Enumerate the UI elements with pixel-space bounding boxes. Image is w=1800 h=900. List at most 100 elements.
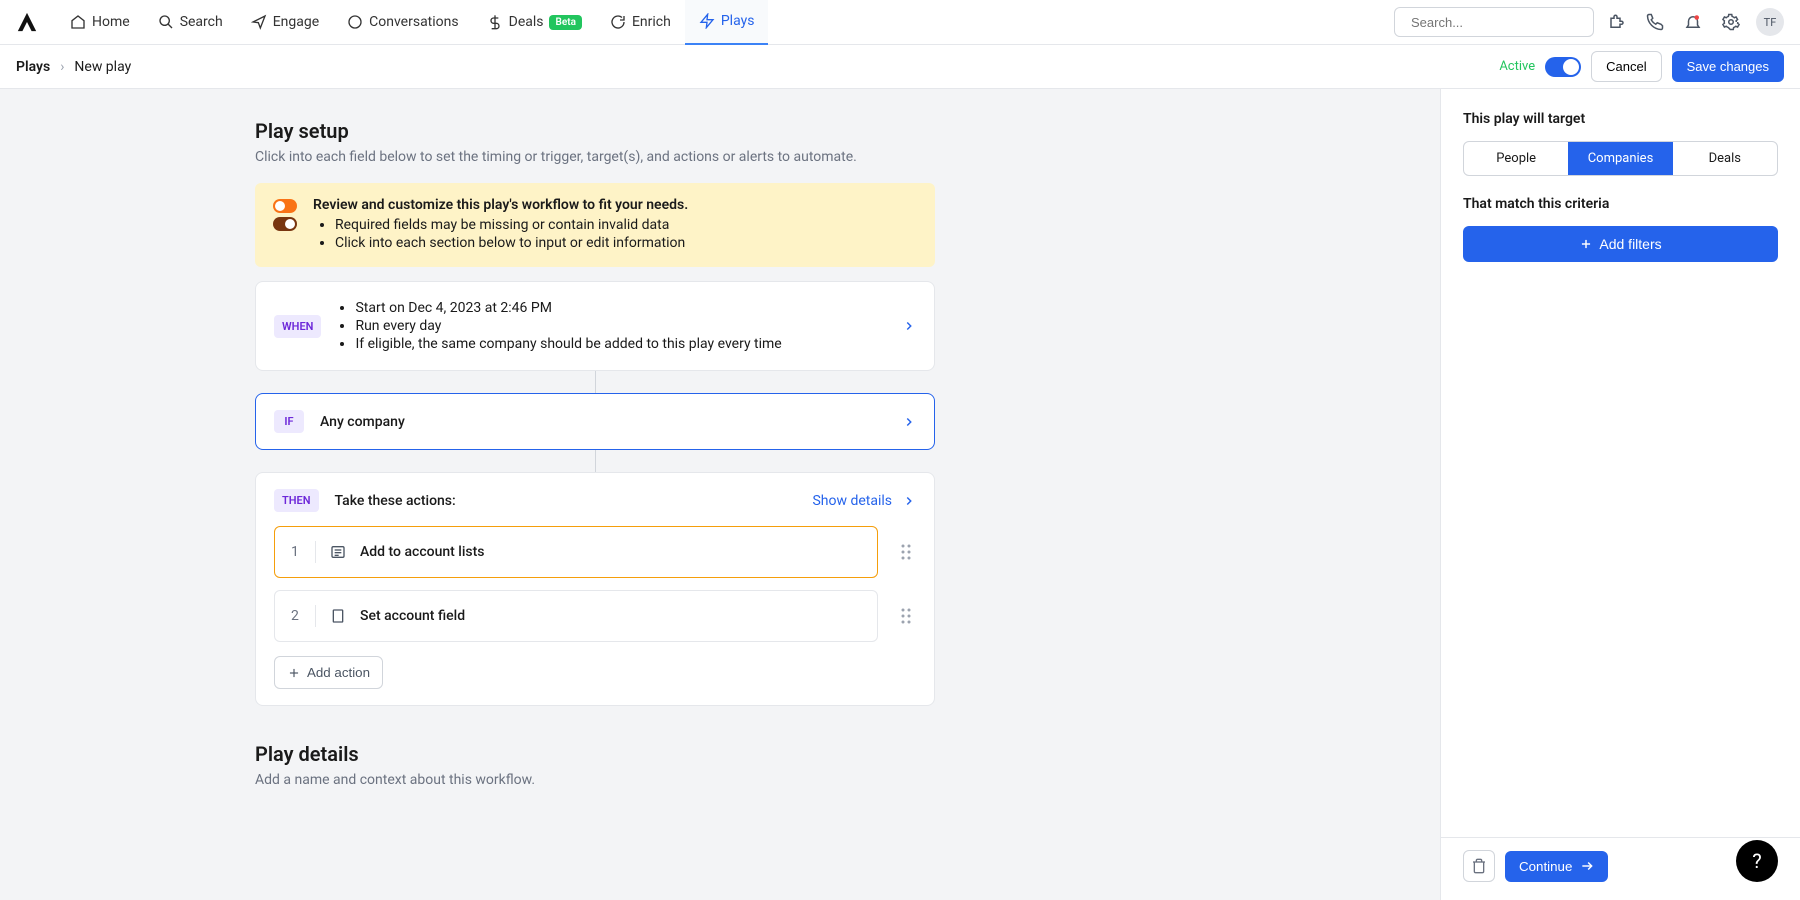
nav-label: Conversations bbox=[369, 14, 458, 30]
setup-title: Play setup bbox=[255, 119, 935, 143]
when-line: Start on Dec 4, 2023 at 2:46 PM bbox=[355, 300, 781, 316]
trash-icon bbox=[1471, 858, 1487, 874]
nav-conversations[interactable]: Conversations bbox=[333, 0, 472, 45]
breadcrumb: Plays › New play bbox=[16, 59, 131, 75]
plus-icon bbox=[287, 666, 301, 680]
segment-people[interactable]: People bbox=[1464, 142, 1568, 175]
target-segments: People Companies Deals bbox=[1463, 141, 1778, 176]
action-row: 1 Add to account lists bbox=[274, 526, 916, 578]
save-button[interactable]: Save changes bbox=[1672, 51, 1784, 82]
if-card[interactable]: IF Any company bbox=[255, 393, 935, 450]
help-button[interactable]: ? bbox=[1736, 840, 1778, 882]
action-row: 2 Set account field bbox=[274, 590, 916, 642]
app-logo[interactable] bbox=[16, 11, 38, 33]
criteria-title: That match this criteria bbox=[1463, 196, 1778, 212]
warning-item: Required fields may be missing or contai… bbox=[335, 217, 688, 233]
add-filters-button[interactable]: Add filters bbox=[1463, 226, 1778, 262]
beta-badge: Beta bbox=[549, 15, 581, 30]
top-nav: Home Search Engage Conversations Deals B… bbox=[0, 0, 1800, 45]
details-title: Play details bbox=[255, 742, 935, 766]
extension-button[interactable] bbox=[1602, 7, 1632, 37]
drag-handle[interactable] bbox=[896, 543, 916, 561]
add-action-label: Add action bbox=[307, 665, 370, 680]
puzzle-icon bbox=[1608, 13, 1626, 31]
drag-handle[interactable] bbox=[896, 607, 916, 625]
chevron-right-icon bbox=[902, 319, 916, 333]
warning-icons bbox=[273, 199, 297, 253]
action-item[interactable]: 1 Add to account lists bbox=[274, 526, 878, 578]
nav-engage[interactable]: Engage bbox=[237, 0, 333, 45]
nav-search[interactable]: Search bbox=[144, 0, 237, 45]
arrow-right-icon bbox=[1580, 859, 1594, 873]
show-details-link[interactable]: Show details bbox=[812, 493, 916, 509]
when-line: Run every day bbox=[355, 318, 781, 334]
if-tag: IF bbox=[274, 410, 304, 433]
segment-deals[interactable]: Deals bbox=[1673, 142, 1777, 175]
search-input[interactable] bbox=[1411, 15, 1587, 30]
connector-line bbox=[595, 450, 596, 472]
send-icon bbox=[251, 14, 267, 30]
phone-icon bbox=[1646, 13, 1664, 31]
list-icon bbox=[330, 544, 346, 560]
action-label: Add to account lists bbox=[360, 544, 485, 560]
refresh-icon bbox=[610, 14, 626, 30]
active-label: Active bbox=[1499, 59, 1535, 74]
divider bbox=[315, 605, 316, 627]
nav-items: Home Search Engage Conversations Deals B… bbox=[56, 0, 768, 45]
nav-label: Deals bbox=[509, 14, 544, 30]
action-list: 1 Add to account lists bbox=[274, 526, 916, 642]
add-action-button[interactable]: Add action bbox=[274, 656, 383, 689]
warning-list: Required fields may be missing or contai… bbox=[335, 217, 688, 251]
continue-button[interactable]: Continue bbox=[1505, 851, 1608, 882]
notifications-button[interactable] bbox=[1678, 7, 1708, 37]
then-tag: THEN bbox=[274, 489, 319, 512]
building-icon bbox=[330, 608, 346, 624]
breadcrumb-current: New play bbox=[74, 59, 131, 75]
show-details-label: Show details bbox=[812, 493, 892, 509]
chat-icon bbox=[347, 14, 363, 30]
toggle-icon bbox=[273, 217, 297, 231]
settings-button[interactable] bbox=[1716, 7, 1746, 37]
nav-label: Search bbox=[180, 14, 223, 30]
nav-label: Enrich bbox=[632, 14, 671, 30]
when-list: Start on Dec 4, 2023 at 2:46 PM Run ever… bbox=[355, 298, 781, 354]
setup-description: Click into each field below to set the t… bbox=[255, 149, 935, 165]
chevron-right-icon: › bbox=[60, 59, 64, 75]
toggle-icon bbox=[273, 199, 297, 213]
nav-deals[interactable]: Deals Beta bbox=[473, 0, 596, 45]
action-item[interactable]: 2 Set account field bbox=[274, 590, 878, 642]
user-avatar[interactable]: TF bbox=[1756, 8, 1784, 36]
warning-title: Review and customize this play's workflo… bbox=[313, 197, 688, 213]
divider bbox=[315, 541, 316, 563]
then-header[interactable]: THEN Take these actions: Show details bbox=[274, 489, 916, 512]
header-actions: Active Cancel Save changes bbox=[1499, 51, 1784, 82]
phone-button[interactable] bbox=[1640, 7, 1670, 37]
nav-plays[interactable]: Plays bbox=[685, 0, 769, 45]
action-label: Set account field bbox=[360, 608, 465, 624]
nav-home[interactable]: Home bbox=[56, 0, 144, 45]
search-icon bbox=[158, 14, 174, 30]
then-text: Take these actions: bbox=[335, 493, 456, 509]
main-panel: Play setup Click into each field below t… bbox=[0, 89, 1440, 900]
gear-icon bbox=[1722, 13, 1740, 31]
active-toggle[interactable] bbox=[1545, 57, 1581, 77]
sub-header: Plays › New play Active Cancel Save chan… bbox=[0, 45, 1800, 89]
when-card[interactable]: WHEN Start on Dec 4, 2023 at 2:46 PM Run… bbox=[255, 281, 935, 371]
details-description: Add a name and context about this workfl… bbox=[255, 772, 935, 788]
when-tag: WHEN bbox=[274, 315, 321, 338]
continue-label: Continue bbox=[1519, 859, 1572, 874]
breadcrumb-root[interactable]: Plays bbox=[16, 59, 50, 75]
add-filters-label: Add filters bbox=[1599, 236, 1661, 252]
content: Play setup Click into each field below t… bbox=[0, 89, 1800, 900]
segment-companies[interactable]: Companies bbox=[1568, 142, 1672, 175]
if-text: Any company bbox=[320, 414, 405, 430]
delete-button[interactable] bbox=[1463, 850, 1495, 882]
global-search[interactable] bbox=[1394, 7, 1594, 37]
action-number: 2 bbox=[291, 608, 301, 624]
cancel-button[interactable]: Cancel bbox=[1591, 51, 1661, 82]
warning-banner: Review and customize this play's workflo… bbox=[255, 183, 935, 267]
drag-icon bbox=[900, 607, 912, 625]
nav-label: Engage bbox=[273, 14, 319, 30]
nav-enrich[interactable]: Enrich bbox=[596, 0, 685, 45]
nav-label: Plays bbox=[721, 13, 755, 29]
